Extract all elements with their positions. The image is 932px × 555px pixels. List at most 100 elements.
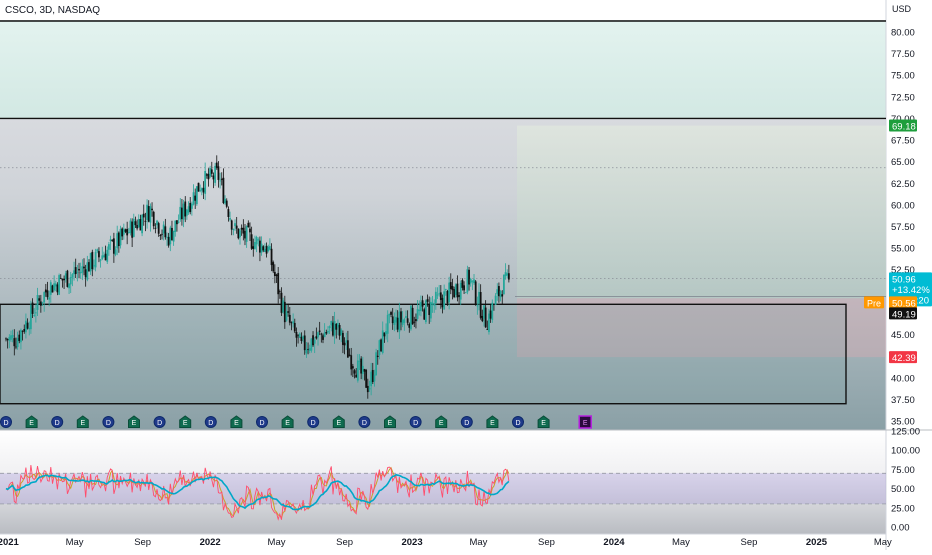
candle-body	[454, 284, 457, 295]
candle-body	[117, 232, 120, 247]
candle-body	[254, 242, 256, 249]
candle-body	[398, 311, 401, 332]
entry-price-tag[interactable]: 49.19	[889, 307, 917, 320]
candle-body	[106, 249, 109, 262]
price-axis-tick: 60.00	[891, 200, 915, 211]
symbol-label[interactable]: CSCO, 3D, NASDAQ	[5, 5, 100, 16]
candle-body	[395, 316, 397, 323]
candle-body	[501, 294, 504, 297]
candle-body	[453, 289, 456, 298]
candle-body	[375, 352, 378, 376]
candle-body	[217, 166, 220, 180]
candle-body	[162, 224, 165, 234]
event-marker-label: D	[515, 420, 520, 427]
candle-body	[126, 228, 129, 236]
candle-body	[46, 290, 49, 298]
candle-body	[142, 213, 145, 218]
candle-body	[111, 239, 114, 241]
candle-body	[469, 278, 472, 284]
candle-body	[303, 335, 306, 351]
candle-body	[471, 280, 474, 282]
candle-body	[96, 249, 99, 252]
candle-body	[38, 298, 41, 301]
dividend-marker[interactable]: D	[460, 416, 473, 428]
candle-body	[141, 214, 143, 234]
candle-body	[405, 316, 407, 318]
target-price-tag[interactable]: 69.18	[889, 119, 917, 133]
event-marker-label: D	[106, 420, 111, 427]
pre-market-label[interactable]: Pre	[864, 296, 884, 309]
candle-body	[224, 198, 226, 204]
candle-body	[298, 333, 301, 338]
time-axis-label: May	[874, 537, 892, 548]
last-price-tag-text: 50.96	[892, 274, 916, 285]
price-axis-tick: 75.00	[891, 71, 915, 82]
candle-body	[49, 282, 52, 295]
candle-body	[491, 302, 494, 320]
candle-body	[239, 230, 241, 238]
candle-body	[174, 220, 177, 232]
price-axis-tick: 65.00	[891, 157, 915, 168]
support-box[interactable]	[0, 303, 847, 405]
candle-body	[507, 273, 510, 280]
dividend-marker[interactable]: D	[204, 416, 217, 428]
candle-body	[346, 340, 349, 358]
candle-body	[361, 365, 364, 374]
stop-price-tag[interactable]: 42.39	[889, 351, 917, 364]
dividend-marker[interactable]: D	[512, 416, 524, 428]
candle-body	[252, 246, 255, 250]
time-axis-label: Sep	[134, 537, 151, 548]
candle-body	[302, 336, 304, 340]
header-strip	[0, 0, 886, 20]
dividend-marker[interactable]: D	[51, 416, 64, 428]
dividend-marker[interactable]: D	[409, 416, 422, 428]
candle-body	[436, 294, 439, 296]
candle-body	[390, 312, 392, 315]
dividend-marker[interactable]: D	[307, 416, 320, 428]
dividend-marker[interactable]: D	[102, 416, 115, 428]
candle-body	[365, 369, 368, 388]
candle-body	[434, 291, 437, 303]
candle-body	[476, 305, 479, 307]
candle-body	[94, 252, 97, 268]
candle-body	[300, 336, 303, 341]
candle-body	[360, 358, 363, 374]
candle-body	[88, 262, 90, 272]
last-price-tag-text: +13.42%	[892, 285, 930, 296]
chart-canvas[interactable]: D E D E D E D E D E D E D E D E D E D E D E E 80.00 77.50 75.00 7…	[0, 0, 932, 550]
candle-body	[464, 292, 467, 294]
candle-body	[169, 227, 172, 245]
dividend-marker[interactable]: D	[358, 416, 371, 428]
currency-label[interactable]: USD	[892, 4, 912, 14]
candle-body	[28, 327, 31, 330]
profit-zone[interactable]	[517, 125, 886, 299]
event-marker-label: D	[55, 420, 60, 427]
dividend-marker[interactable]: D	[256, 416, 268, 428]
dividend-marker[interactable]: D	[0, 416, 12, 428]
candle-body	[134, 221, 137, 226]
candle-body	[297, 334, 299, 336]
candle-body	[335, 323, 338, 330]
candle-body	[74, 267, 77, 275]
candle-body	[260, 243, 263, 253]
candle-body	[264, 248, 266, 253]
candle-body	[371, 369, 374, 382]
candle-body	[479, 292, 482, 318]
candle-body	[109, 239, 112, 241]
candle-body	[242, 227, 245, 234]
candle-body	[181, 207, 183, 220]
indicator-axis-tick: 100.00	[891, 446, 920, 457]
candle-body	[498, 286, 500, 297]
candle-body	[192, 192, 195, 205]
candle-body	[337, 323, 339, 328]
candle-body	[34, 312, 37, 314]
candle-body	[41, 301, 44, 303]
dividend-marker[interactable]: D	[153, 416, 166, 428]
candle-body	[380, 339, 382, 352]
candle-body	[186, 209, 188, 216]
candle-body	[189, 202, 192, 212]
candle-body	[235, 225, 238, 229]
tradingview-chart[interactable]: D E D E D E D E D E D E D E D E D E D E D E E 80.00 77.50 75.00 7…	[0, 0, 932, 550]
candle-body	[351, 366, 354, 369]
candle-body	[23, 329, 26, 332]
